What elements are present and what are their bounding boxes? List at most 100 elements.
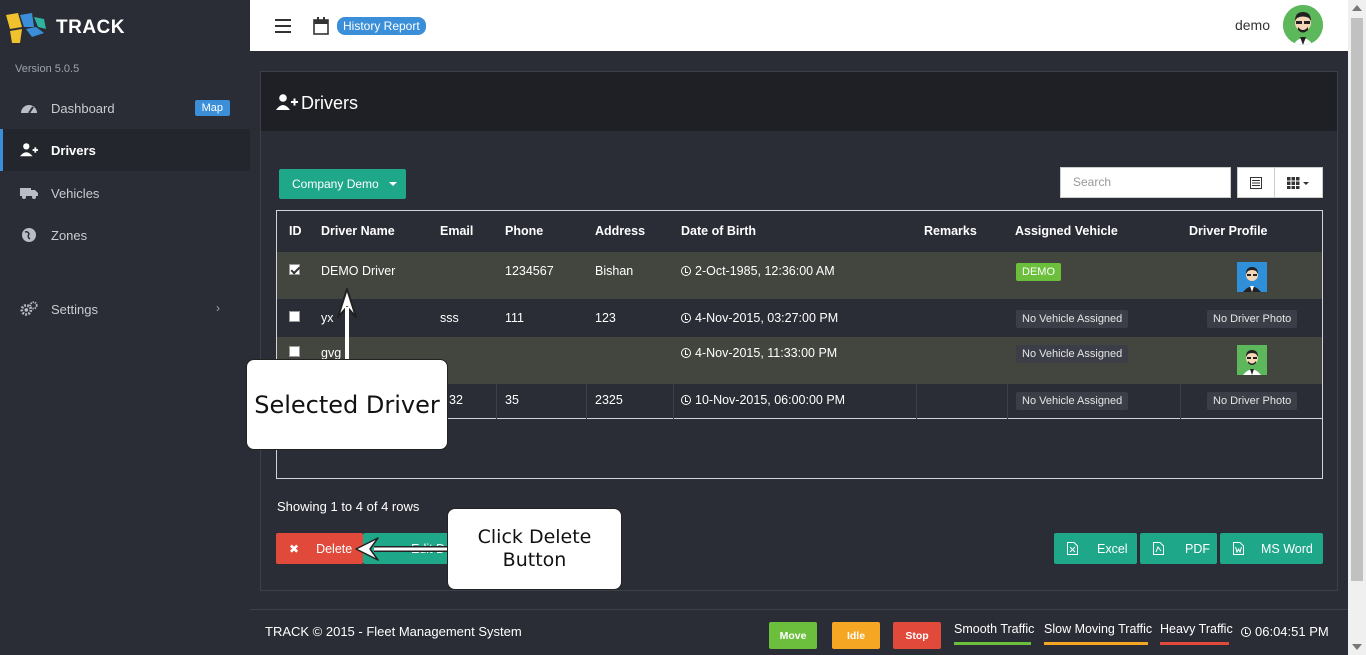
- column-header-driver-name[interactable]: Driver Name: [321, 224, 395, 238]
- scroll-thumb[interactable]: [1351, 18, 1363, 581]
- export-word-button[interactable]: MS Word: [1220, 533, 1323, 564]
- dob-cell: 4-Nov-2015, 03:27:00 PM: [681, 311, 838, 325]
- sidebar: TRACK Version 5.0.5 Dashboard Map Driver…: [0, 0, 250, 655]
- user-name[interactable]: demo: [1235, 17, 1270, 33]
- row-checkbox[interactable]: [289, 264, 300, 275]
- company-label: Company Demo: [292, 177, 379, 191]
- columns-toggle-button[interactable]: [1274, 167, 1323, 198]
- column-header-dob[interactable]: Date of Birth: [681, 224, 756, 238]
- word-label: MS Word: [1261, 541, 1313, 556]
- heavy-traffic-line: [1160, 642, 1229, 645]
- column-divider: [586, 384, 587, 419]
- map-badge[interactable]: Map: [194, 100, 230, 116]
- column-header-id[interactable]: ID: [289, 224, 302, 238]
- vehicle-tag[interactable]: No Vehicle Assigned: [1016, 345, 1129, 363]
- app-version: Version 5.0.5: [15, 63, 80, 75]
- legend-slow-traffic: Slow Moving Traffic: [1044, 622, 1153, 636]
- scroll-up-arrow-icon[interactable]: [1352, 5, 1362, 11]
- clock-icon: [681, 313, 691, 323]
- left-arrow-annotation: [355, 537, 452, 561]
- column-header-email[interactable]: Email: [440, 224, 473, 238]
- clock-icon: [1241, 627, 1251, 637]
- vehicle-tag[interactable]: DEMO: [1016, 263, 1061, 281]
- driver-photo[interactable]: [1237, 262, 1267, 292]
- track-logo-icon: [4, 11, 48, 45]
- column-divider: [1007, 384, 1008, 419]
- column-header-address[interactable]: Address: [595, 224, 645, 238]
- sidebar-item-settings[interactable]: Settings ›: [0, 288, 250, 330]
- calendar-icon[interactable]: [313, 17, 329, 38]
- column-header-phone[interactable]: Phone: [505, 224, 543, 238]
- phone-cell: 111: [505, 311, 525, 325]
- column-divider: [673, 384, 674, 419]
- menu-toggle-icon[interactable]: [275, 19, 291, 33]
- legend-idle: Idle: [832, 622, 880, 649]
- column-header-remarks[interactable]: Remarks: [924, 224, 977, 238]
- vehicle-tag[interactable]: No Vehicle Assigned: [1016, 392, 1129, 410]
- column-header-driver-profile[interactable]: Driver Profile: [1189, 224, 1268, 238]
- sidebar-item-label: Dashboard: [51, 100, 115, 116]
- dob-cell: 2-Oct-1985, 12:36:00 AM: [681, 264, 835, 278]
- up-arrow-annotation: [337, 288, 357, 363]
- chevron-right-icon: ›: [216, 301, 220, 315]
- add-user-icon: [276, 94, 298, 113]
- list-view-button[interactable]: [1237, 167, 1275, 198]
- grid-icon: [1286, 176, 1309, 189]
- sidebar-item-label: Drivers: [51, 142, 96, 158]
- export-pdf-button[interactable]: PDF: [1140, 533, 1217, 564]
- callout-text-line-1: Click Delete: [477, 526, 592, 548]
- history-report-badge[interactable]: History Report: [337, 17, 426, 35]
- sidebar-item-dashboard[interactable]: Dashboard Map: [0, 87, 250, 129]
- phone-cell: 1234567: [505, 264, 554, 278]
- page-scrollbar[interactable]: [1348, 0, 1366, 655]
- dob-text: 2-Oct-1985, 12:36:00 AM: [695, 264, 835, 278]
- column-divider: [916, 384, 917, 419]
- delete-button[interactable]: ✖ Delete: [276, 533, 363, 564]
- sidebar-item-drivers[interactable]: Drivers: [0, 129, 250, 171]
- truck-icon: [20, 184, 38, 202]
- close-icon: ✖: [289, 541, 300, 556]
- driver-name-cell: DEMO Driver: [321, 264, 396, 278]
- no-photo-tag: No Driver Photo: [1207, 310, 1298, 328]
- delete-label: Delete: [316, 541, 353, 556]
- column-divider: [1180, 384, 1181, 419]
- legend-smooth-traffic: Smooth Traffic: [954, 622, 1035, 636]
- smooth-traffic-line: [954, 642, 1031, 645]
- clock-icon: [681, 395, 691, 405]
- no-photo-tag: No Driver Photo: [1207, 392, 1298, 410]
- clock-time: 06:04:51 PM: [1255, 624, 1329, 639]
- footer-clock: 06:04:51 PM: [1241, 624, 1329, 639]
- pdf-file-icon: [1153, 542, 1164, 555]
- row-checkbox[interactable]: [289, 346, 300, 357]
- page-title: Drivers: [301, 93, 358, 113]
- export-excel-button[interactable]: Excel: [1054, 533, 1137, 564]
- legend-stop: Stop: [893, 622, 941, 649]
- top-header: History Report demo: [250, 0, 1348, 51]
- scroll-down-arrow-icon[interactable]: [1352, 644, 1362, 650]
- sidebar-item-label: Settings: [51, 301, 98, 317]
- address-cell: Bishan: [595, 264, 634, 278]
- row-checkbox[interactable]: [289, 311, 300, 322]
- globe-icon: [20, 226, 38, 244]
- column-header-assigned-vehicle[interactable]: Assigned Vehicle: [1015, 224, 1118, 238]
- sidebar-item-vehicles[interactable]: Vehicles: [0, 172, 250, 214]
- user-avatar[interactable]: [1283, 5, 1323, 45]
- address-cell: 2325: [595, 393, 623, 407]
- sidebar-item-label: Vehicles: [51, 185, 100, 201]
- company-dropdown-button[interactable]: Company Demo: [279, 169, 406, 199]
- callout-text-line-2: Button: [502, 549, 567, 571]
- footer-copyright: TRACK © 2015 - Fleet Management System: [265, 624, 522, 639]
- brand-name: TRACK: [56, 17, 125, 38]
- brand[interactable]: TRACK: [4, 10, 125, 46]
- driver-photo[interactable]: [1237, 345, 1267, 375]
- dashboard-icon: [20, 99, 38, 117]
- vehicle-tag[interactable]: No Vehicle Assigned: [1016, 310, 1129, 328]
- dob-text: 10-Nov-2015, 06:00:00 PM: [695, 393, 846, 407]
- list-icon: [1250, 176, 1262, 189]
- sidebar-item-zones[interactable]: Zones: [0, 214, 250, 256]
- excel-file-icon: [1067, 542, 1078, 555]
- slow-traffic-line: [1044, 642, 1148, 645]
- pagination-info: Showing 1 to 4 of 4 rows: [277, 499, 420, 514]
- phone-cell: 35: [505, 393, 519, 407]
- search-input[interactable]: Search: [1060, 167, 1231, 198]
